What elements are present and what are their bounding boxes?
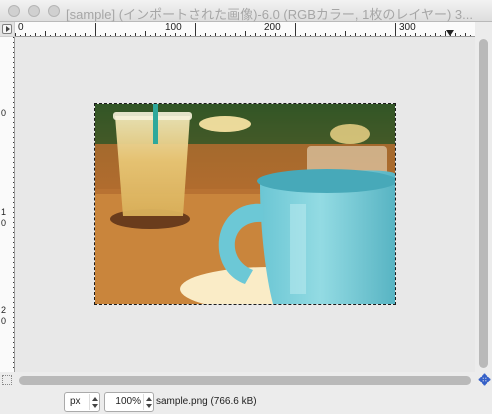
ruler-tick [395,23,396,36]
zoom-select[interactable]: 100% [104,392,154,412]
status-bar: px 100% sample.png (766.6 kB) [0,388,492,414]
ruler-label: 300 [399,22,416,33]
horizontal-scroll-thumb[interactable] [19,376,471,385]
vertical-scroll-thumb[interactable] [479,39,488,368]
unit-select[interactable]: px [64,392,100,412]
ruler-tick [295,23,296,36]
ruler-label: 0 [18,22,24,33]
vertical-scrollbar[interactable] [475,37,492,372]
ruler-label: 0 [0,108,6,118]
chevron-updown-icon [143,394,153,410]
image-layer[interactable] [94,103,396,305]
close-window-button[interactable] [8,5,20,17]
file-info: sample.png (766.6 kB) [156,396,257,407]
image-canvas[interactable] [15,37,475,372]
ruler-tick [195,23,196,36]
ruler-label: 1 [0,207,6,217]
photo-coffee-cups [95,104,395,304]
zoom-window-button[interactable] [48,5,60,17]
menu-arrow-icon[interactable] [2,24,12,34]
navigate-icon[interactable]: ✥ [478,373,491,388]
ruler-label: 2 [0,305,6,315]
horizontal-scrollbar[interactable] [15,372,475,388]
ruler-corner [0,22,15,37]
ruler-label: 0 [0,316,6,326]
vertical-ruler[interactable]: 0 1 0 2 0 [0,37,15,372]
ruler-tick [95,23,96,36]
unit-value: px [70,396,81,407]
ruler-label: 200 [264,22,281,33]
window-title: [sample] (インポートされた画像)-6.0 (RGBカラー, 1枚のレイ… [66,7,473,22]
quick-mask-icon[interactable] [2,375,12,385]
ruler-label: 0 [0,218,6,228]
minimize-window-button[interactable] [28,5,40,17]
title-bar: [sample] (インポートされた画像)-6.0 (RGBカラー, 1枚のレイ… [0,0,492,22]
chevron-updown-icon [89,394,99,410]
ruler-label: 100 [165,22,182,33]
pointer-position-marker [446,30,454,36]
zoom-value: 100% [115,396,141,407]
horizontal-ruler[interactable]: 0 100 200 300 [15,22,475,37]
